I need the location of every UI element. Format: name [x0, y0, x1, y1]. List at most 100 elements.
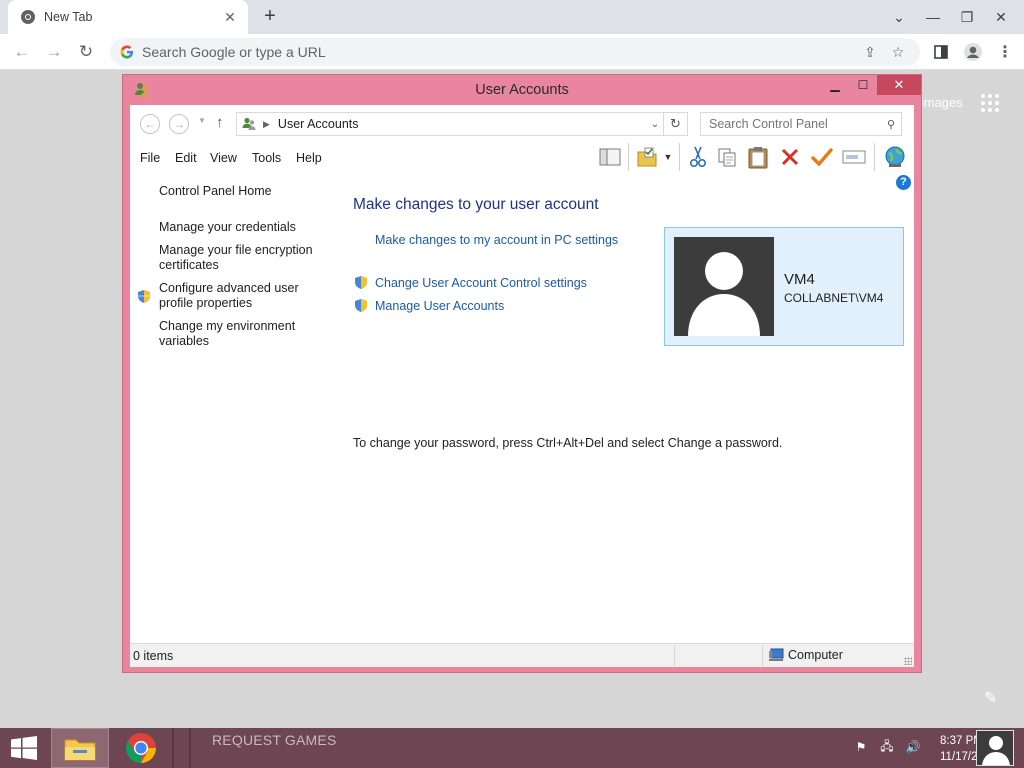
window-title: User Accounts: [475, 82, 569, 98]
user-name: VM4: [784, 271, 815, 288]
omnibox[interactable]: Search Google or type a URL ⇪ ☆: [110, 38, 920, 66]
address-bar[interactable]: ▶ User Accounts ⌄: [236, 112, 664, 136]
menu-tools[interactable]: Tools: [252, 151, 281, 165]
search-icon[interactable]: ⚲: [881, 118, 901, 131]
share-icon[interactable]: ⇪: [856, 40, 884, 64]
start-windows-icon[interactable]: [0, 728, 48, 768]
uac-shield-icon: [138, 290, 150, 303]
browser-tab-strip: New Tab ✕ + ⌄ — ❐ ✕: [0, 0, 1024, 34]
tab-title: New Tab: [44, 10, 93, 24]
internet-globe-icon[interactable]: [879, 143, 911, 171]
restore-icon[interactable]: ❐: [950, 0, 984, 34]
control-panel-search[interactable]: ⚲: [700, 112, 902, 136]
explorer-forward-icon[interactable]: →: [169, 114, 189, 134]
clock-date: 11/17/2022: [940, 751, 976, 763]
window-titlebar[interactable]: User Accounts ▁ ☐ ✕: [123, 75, 921, 105]
profile-avatar-icon[interactable]: [960, 40, 986, 64]
user-account-card: VM4 COLLABNET\VM4: [664, 227, 904, 346]
user-accounts-window: User Accounts ▁ ☐ ✕ ← → ▼ ↑ ▶ User Accou…: [122, 74, 922, 673]
taskbar: REQUEST GAMES ⚑ 🖧 🔊 8:37 PM 11/17/2022: [0, 728, 1024, 768]
tab-search-chevron-icon[interactable]: ⌄: [882, 0, 916, 34]
chrome-icon: [125, 733, 156, 763]
folder-options-icon[interactable]: [633, 143, 661, 171]
menu-help[interactable]: Help: [296, 151, 322, 165]
pc-settings-link[interactable]: Make changes to my account in PC setting…: [375, 233, 618, 247]
user-domain: COLLABNET\VM4: [784, 291, 884, 305]
menu-view[interactable]: View: [210, 151, 237, 165]
resize-grip[interactable]: [904, 657, 912, 665]
copy-icon[interactable]: [712, 143, 742, 171]
cut-scissors-icon[interactable]: [684, 143, 712, 171]
properties-check-icon[interactable]: [806, 143, 838, 171]
new-tab-button[interactable]: +: [258, 5, 282, 29]
network-icon[interactable]: 🖧: [878, 738, 896, 756]
status-zone: Computer: [768, 648, 843, 662]
recent-locations-chevron-icon[interactable]: ▼: [198, 116, 206, 125]
action-center-flag-icon[interactable]: ⚑: [852, 738, 870, 756]
uac-shield-icon: [355, 299, 367, 312]
help-icon[interactable]: ?: [896, 175, 911, 190]
breadcrumb-separator-icon[interactable]: ▶: [263, 119, 270, 130]
user-avatar[interactable]: [674, 237, 774, 336]
password-note: To change your password, press Ctrl+Alt+…: [353, 436, 783, 450]
window-client-area: ← → ▼ ↑ ▶ User Accounts ⌄ ↻ ⚲: [130, 105, 914, 667]
status-item-count: 0 items: [133, 649, 174, 663]
menu-toolbar-row: File Edit View Tools Help ▼: [130, 141, 914, 173]
browser-tab[interactable]: New Tab ✕: [8, 0, 248, 34]
window-controls: ⌄ — ❐ ✕: [882, 0, 1018, 34]
close-icon[interactable]: ✕: [984, 0, 1018, 34]
file-encryption-certificates-link[interactable]: Manage your file encryption certificates: [159, 243, 319, 273]
google-g-icon: [120, 45, 133, 59]
taskbar-chrome[interactable]: [112, 728, 170, 768]
status-zone-label: Computer: [788, 648, 843, 662]
environment-variables-link[interactable]: Change my environment variables: [159, 319, 319, 349]
taskbar-file-explorer[interactable]: [51, 728, 109, 768]
refresh-icon[interactable]: ↻: [664, 112, 688, 136]
advanced-user-profile-link[interactable]: Configure advanced user profile properti…: [159, 281, 319, 311]
delete-x-icon[interactable]: [774, 143, 806, 171]
window-maximize-icon[interactable]: ☐: [849, 75, 877, 95]
window-minimize-icon[interactable]: ▁: [821, 75, 849, 95]
omnibox-placeholder: Search Google or type a URL: [142, 44, 326, 60]
page-title: Make changes to your user account: [353, 196, 599, 213]
taskbar-clock[interactable]: 8:37 PM 11/17/2022: [940, 733, 976, 765]
browser-toolbar: ← → ↻ Search Google or type a URL ⇪ ☆ ⋮: [0, 34, 1024, 70]
menu-edit[interactable]: Edit: [175, 151, 197, 165]
system-tray: ⚑ 🖧 🔊: [852, 738, 922, 756]
menu-file[interactable]: File: [140, 151, 160, 165]
address-dropdown-icon[interactable]: ⌄: [647, 119, 663, 130]
taskbar-user-avatar[interactable]: [976, 730, 1014, 766]
tab-close-icon[interactable]: ✕: [222, 9, 238, 25]
back-arrow-icon[interactable]: ←: [10, 40, 34, 64]
file-explorer-icon: [64, 739, 96, 761]
address-path[interactable]: User Accounts: [278, 117, 647, 131]
uac-settings-link[interactable]: Change User Account Control settings: [375, 276, 587, 290]
customize-pencil-icon[interactable]: ✎: [984, 688, 997, 708]
control-panel-home-link[interactable]: Control Panel Home: [159, 184, 319, 199]
reload-icon[interactable]: ↻: [74, 40, 98, 64]
chrome-menu-icon[interactable]: ⋮: [992, 40, 1018, 64]
request-games-toolbar[interactable]: REQUEST GAMES: [212, 732, 336, 748]
computer-icon: [769, 648, 784, 661]
volume-icon[interactable]: 🔊: [904, 738, 922, 756]
explorer-back-icon[interactable]: ←: [140, 114, 160, 134]
ntp-images-link[interactable]: Images: [920, 95, 963, 110]
manage-user-accounts-link[interactable]: Manage User Accounts: [375, 299, 504, 313]
bookmark-star-icon[interactable]: ☆: [884, 40, 912, 64]
manage-credentials-link[interactable]: Manage your credentials: [159, 220, 319, 235]
folder-options-dropdown-icon[interactable]: ▼: [661, 143, 675, 171]
rename-icon[interactable]: [838, 143, 870, 171]
paste-clipboard-icon[interactable]: [742, 143, 774, 171]
side-panel-icon[interactable]: [928, 40, 954, 64]
user-accounts-small-icon: [242, 117, 256, 130]
layout-pane-icon[interactable]: [596, 143, 624, 171]
minimize-icon[interactable]: —: [916, 0, 950, 34]
uac-shield-icon: [355, 276, 367, 289]
forward-arrow-icon[interactable]: →: [42, 40, 66, 64]
search-input[interactable]: [709, 117, 881, 131]
up-level-icon[interactable]: ↑: [216, 114, 224, 131]
window-close-icon[interactable]: ✕: [877, 75, 921, 95]
chrome-favicon-icon: [21, 10, 35, 24]
google-apps-icon[interactable]: [981, 94, 999, 112]
command-toolbar: ▼: [596, 143, 911, 171]
